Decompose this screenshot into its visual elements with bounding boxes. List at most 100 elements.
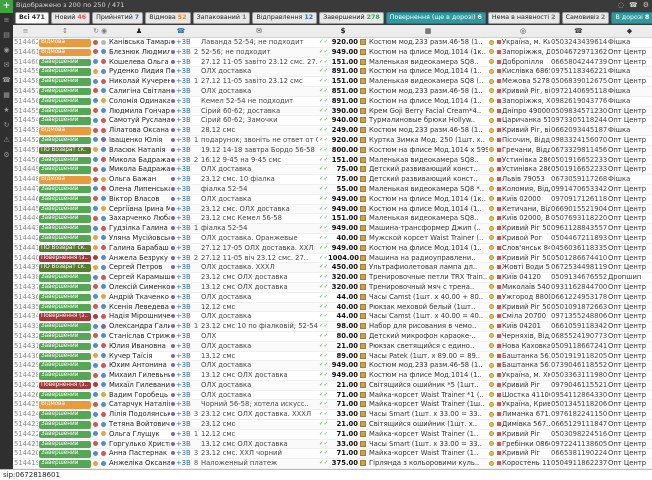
phone-badge[interactable]: +3В — [170, 342, 192, 351]
phone-badge[interactable]: +3В — [170, 303, 192, 312]
status-cell[interactable]: Повернення (з.. — [38, 312, 92, 321]
table-row[interactable]: 514420ЗавершенийАнна Пастернак+3В323.12 … — [13, 449, 652, 459]
table-row[interactable]: 514451ПО Возврат ск.Власюк Наталія+3В19.… — [13, 146, 652, 156]
phone-badge[interactable]: +3В — [170, 234, 192, 243]
money-icon[interactable]: $ — [327, 25, 359, 37]
col-n[interactable] — [192, 25, 200, 37]
tab-return-road[interactable]: Повернення (ще в дорозі)6 — [386, 12, 486, 24]
phone-badge[interactable]: +3В — [170, 459, 192, 468]
app-logo[interactable]: + — [0, 0, 13, 13]
table-row[interactable]: 514459ЗавершенийРуденко Лидия Пав..+3ВОЛ… — [13, 67, 652, 77]
table-row[interactable]: 514428ЗавершенийМихаил Гилевьний+3В13.12… — [13, 371, 652, 381]
status-cell[interactable]: Відмова — [38, 126, 92, 135]
status-cell[interactable]: Завершений — [38, 440, 92, 449]
table-row[interactable]: 514441ПО Возврат ск.Галина Барабаш+3В27.… — [13, 244, 652, 254]
table-row[interactable]: 514462ВідмоваКанівська Тамара+3ВЛаванда … — [13, 38, 652, 48]
table-row[interactable]: 514423ЗавершенийТетяна Войтович+3В23.12 … — [13, 420, 652, 430]
table-row[interactable]: 514438ЗавершенийСергей Карамышев+3В23.12… — [13, 273, 652, 283]
table-row[interactable]: 514425ВідмоваСатарчук Наталія Гр..+3ВЧор… — [13, 400, 652, 410]
phone-badge[interactable]: +3В — [170, 420, 192, 429]
status-cell[interactable]: Завершений — [38, 273, 92, 282]
table-row[interactable]: 514453ВідмоваЛілатова Оксана М..+3В28.12… — [13, 126, 652, 136]
tab-packed[interactable]: Запакований1 — [193, 12, 251, 24]
col-ck[interactable] — [318, 25, 327, 37]
phone-badge[interactable]: +3В — [170, 67, 192, 76]
status-cell[interactable]: Завершений — [38, 224, 92, 233]
phone-badge[interactable]: +3В — [170, 205, 192, 214]
phone-badge[interactable]: +3В — [170, 87, 192, 96]
phone-badge[interactable]: +3В — [170, 391, 192, 400]
status-cell[interactable]: Відмова — [38, 48, 92, 57]
status-cell[interactable]: Відмова — [38, 38, 92, 47]
tab-accepted[interactable]: Прийнятий7 — [92, 12, 143, 24]
phone-badge[interactable]: +3В — [170, 332, 192, 341]
tab-refused[interactable]: Відмова52 — [145, 12, 190, 24]
status-cell[interactable]: Завершений — [38, 67, 92, 76]
table-row[interactable]: 514437ЗавершенийОлексій Сименко+3В13.12 … — [13, 283, 652, 293]
status-cell[interactable]: Відмова — [38, 175, 92, 184]
table-row[interactable]: 514440Повернення (з..Анжела Безруку+3В22… — [13, 254, 652, 264]
table-row[interactable]: 514435ЗавершенийКсенія Леведева+3В12.12 … — [13, 303, 652, 313]
status-cell[interactable]: Завершений — [38, 293, 92, 302]
table-row[interactable]: 514433ЗавершенийОлександра Галина В..+3В… — [13, 322, 652, 332]
status-cell[interactable]: Завершений — [38, 342, 92, 351]
status-cell[interactable]: Завершений — [38, 195, 92, 204]
table-row[interactable]: 514445ЗавершенийСергіївна Ірина Ми..+3В2… — [13, 205, 652, 215]
refresh-icon[interactable]: ↻ — [4, 118, 10, 133]
tab-absent[interactable]: Нема в наявності2 — [488, 12, 560, 24]
table-row[interactable]: 514458ЗавершенийНиколай Кучеренко+3В127.… — [13, 77, 652, 87]
table-row[interactable]: 514427Повернення (з..Михаїл Гилеваний+3В… — [13, 381, 652, 391]
phone-badge[interactable]: +3В — [170, 116, 192, 125]
table-row[interactable]: 514434Повернення (з..Надія Мірошниченко+… — [13, 312, 652, 322]
calls-icon[interactable]: ☎ — [2, 73, 11, 88]
stats-icon[interactable]: ▦ — [3, 88, 10, 103]
phone-badge[interactable]: +3В — [170, 185, 192, 194]
table-row[interactable]: 514444ЗавершенийЗахарченко Люба+3В23.12 … — [13, 214, 652, 224]
status-cell[interactable]: Завершений — [38, 391, 92, 400]
tab-inroad[interactable]: В дорозі8 — [611, 12, 652, 24]
settings-icon[interactable]: ⚙ — [3, 148, 9, 163]
phone-badge[interactable]: +3В — [170, 254, 192, 263]
phone-badge[interactable]: +3В — [170, 48, 192, 57]
table-row[interactable]: 514461ВідмоваБлєзнюк Людмила А..+3В252-5… — [13, 48, 652, 58]
status-cell[interactable]: ПО Возврат ск. — [38, 263, 92, 272]
phone-badge[interactable]: +3В — [170, 273, 192, 282]
table-row[interactable]: 514455ЗавершенийЛюдмила Гончарова+3ВСіри… — [13, 107, 652, 117]
status-cell[interactable]: Завершений — [38, 116, 92, 125]
status-cell[interactable]: Завершений — [38, 332, 92, 341]
tab-new[interactable]: Новий46 — [51, 12, 90, 24]
phone-badge[interactable]: +3В — [170, 410, 192, 419]
phone-badge[interactable]: +3В — [170, 136, 192, 145]
status-cell[interactable]: Завершений — [38, 214, 92, 223]
table-row[interactable]: 514439ПО Возврат ск.Сергей Петров+3ВОЛХ … — [13, 263, 652, 273]
phone-badge[interactable]: +3В — [170, 38, 192, 47]
status-cell[interactable]: Завершений — [38, 234, 92, 243]
table-row[interactable]: 514424ЗавершенийЛілія Подолянська+3В323.… — [13, 410, 652, 420]
phone-badge[interactable]: +3В — [170, 381, 192, 390]
menu-icon[interactable]: ≡ — [4, 13, 10, 28]
tab-done[interactable]: Завершений278 — [319, 12, 384, 24]
status-cell[interactable]: Відмова — [38, 400, 92, 409]
phone-badge[interactable]: +3В — [170, 244, 192, 253]
status-cell[interactable]: Завершений — [38, 420, 92, 429]
table-row[interactable]: 514448ВідмоваОльга Бажан+3В23.12 смс. 10… — [13, 175, 652, 185]
table-row[interactable]: 514432ЗавершенийСтаніслав Стрижак+3ВОЛХ✓… — [13, 332, 652, 342]
phone-badge[interactable]: +3В — [170, 126, 192, 135]
status-cell[interactable]: Завершений — [38, 410, 92, 419]
phone-badge[interactable]: +3В — [170, 263, 192, 272]
phone-badge[interactable]: +3В — [170, 312, 192, 321]
phone-badge[interactable]: +3В — [170, 165, 192, 174]
table-row[interactable]: 514436ЗавершенийАндрій Ткаченко+3ВОЛХ до… — [13, 293, 652, 303]
phone-badge[interactable]: +3В — [170, 195, 192, 204]
status-cell[interactable]: Завершений — [38, 283, 92, 292]
table-row[interactable]: 514431ЗавершенийЮлия Ивановна+3ВОЛХ дост… — [13, 342, 652, 352]
status-cell[interactable]: Завершений — [38, 459, 92, 468]
tab-shipped[interactable]: Відправлення12 — [252, 12, 317, 24]
phone-badge[interactable]: +3В — [170, 156, 192, 165]
phone-badge[interactable]: +3В — [170, 400, 192, 409]
status-cell[interactable]: ПО Возврат ск. — [38, 146, 92, 155]
phone-badge[interactable]: +3В — [170, 440, 192, 449]
phone-badge[interactable]: +3В — [170, 107, 192, 116]
status-dot-icon[interactable]: ◉ — [100, 25, 108, 37]
table-row[interactable]: 514426ЗавершенийВадим Горобець+3ВОЛХ дос… — [13, 391, 652, 401]
